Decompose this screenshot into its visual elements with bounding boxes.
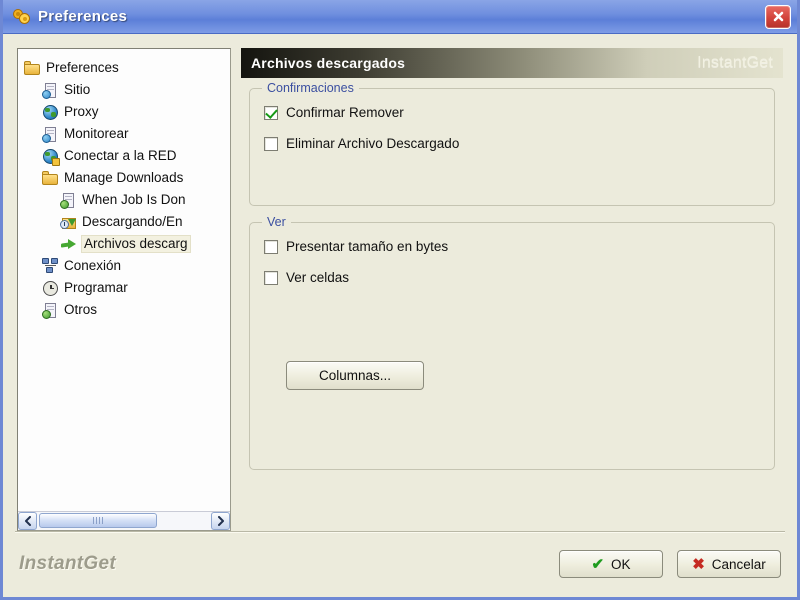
tree-item-label: Sitio (64, 82, 91, 98)
scroll-left-button[interactable] (18, 512, 37, 530)
tree-item-preferences[interactable]: Preferences (24, 57, 230, 79)
tree-item-label: Descargando/En (82, 214, 183, 230)
titlebar-left: Preferences (13, 8, 765, 25)
red-x-icon: ✖ (692, 555, 705, 573)
tree-item-label: Preferences (46, 60, 119, 76)
tree-item-conectar-a-la-red[interactable]: Conectar a la RED (24, 145, 230, 167)
page-header: Archivos descargados InstantGet (241, 48, 783, 78)
window-title: Preferences (38, 8, 128, 25)
cancel-button-label: Cancelar (711, 556, 766, 572)
tree-item-proxy[interactable]: Proxy (24, 101, 230, 123)
columnas-button[interactable]: Columnas... (286, 361, 424, 390)
preferences-tree-panel: Preferences Sitio Proxy Monitorear Conectar … (17, 48, 231, 531)
preferences-window: Preferences Preferences Sitio Proxy Monitor… (0, 0, 800, 600)
network-icon (42, 257, 59, 275)
chevron-right-icon (217, 516, 224, 526)
checkbox-presentar-tamano-en-bytes[interactable]: Presentar tamaño en bytes (264, 239, 760, 254)
tree-item-label: Proxy (64, 104, 99, 120)
clock-icon (42, 280, 59, 297)
checkbox-checked-icon[interactable] (264, 105, 278, 120)
checkbox-ver-celdas[interactable]: Ver celdas (264, 270, 760, 285)
tree-item-manage-downloads[interactable]: Manage Downloads (24, 167, 230, 189)
group-legend-confirmaciones: Confirmaciones (262, 81, 359, 95)
scrollbar-track[interactable] (37, 512, 211, 530)
group-confirmaciones: Confirmaciones Confirmar Remover Elimina… (249, 81, 775, 206)
group-ver: Ver Presentar tamaño en bytes Ver celdas… (249, 215, 775, 470)
scroll-right-button[interactable] (211, 512, 230, 530)
checkbox-label: Ver celdas (286, 270, 350, 285)
checkbox-unchecked-icon[interactable] (264, 239, 278, 254)
folder-icon (24, 60, 41, 77)
tree-item-sitio[interactable]: Sitio (24, 79, 230, 101)
folder-icon (42, 170, 59, 187)
tree-item-otros[interactable]: Otros (24, 299, 230, 321)
tree-item-monitorear[interactable]: Monitorear (24, 123, 230, 145)
checkbox-label: Eliminar Archivo Descargado (286, 136, 460, 151)
tree-item-descargando-en[interactable]: Descargando/En (24, 211, 230, 233)
header-brand: InstantGet (697, 54, 773, 71)
green-check-icon: ✔ (591, 555, 605, 573)
globe-icon (42, 104, 59, 121)
tree-item-archivos-descarg[interactable]: Archivos descarg (24, 233, 230, 255)
tree-item-label: Monitorear (64, 126, 129, 142)
tree-item-label: Archivos descarg (82, 236, 190, 252)
tree-item-when-job-is-don[interactable]: When Job Is Don (24, 189, 230, 211)
settings-panel-body: Confirmaciones Confirmar Remover Elimina… (241, 78, 783, 531)
tree-item-programar[interactable]: Programar (24, 277, 230, 299)
tree-item-label: When Job Is Don (82, 192, 186, 208)
ok-button[interactable]: ✔ OK (559, 550, 663, 578)
settings-content: Archivos descargados InstantGet Confirma… (241, 48, 783, 531)
page-title: Archivos descargados (251, 55, 406, 71)
tree-item-label: Otros (64, 302, 98, 318)
cancel-button[interactable]: ✖ Cancelar (677, 550, 781, 578)
window-body: Preferences Sitio Proxy Monitorear Conectar … (3, 34, 797, 531)
checkbox-unchecked-icon[interactable] (264, 136, 278, 151)
tree-horizontal-scrollbar[interactable] (18, 511, 230, 530)
checkbox-confirmar-remover[interactable]: Confirmar Remover (264, 105, 760, 120)
tree-item-label: Manage Downloads (64, 170, 184, 186)
green-arrow-icon (60, 236, 77, 253)
tree-item-conexi-n[interactable]: Conexión (24, 255, 230, 277)
document-leaf-icon (60, 192, 77, 209)
titlebar: Preferences (3, 0, 797, 34)
folder-download-icon (60, 214, 77, 231)
tree-item-label: Conexión (64, 258, 122, 274)
ok-button-label: OK (611, 556, 631, 572)
close-icon (773, 11, 783, 22)
tree-item-label: Conectar a la RED (64, 148, 177, 164)
globe-badge-icon (42, 148, 60, 166)
checkbox-label: Confirmar Remover (286, 105, 404, 120)
document-globe-icon (42, 126, 59, 143)
checkbox-label: Presentar tamaño en bytes (286, 239, 449, 254)
scrollbar-thumb[interactable] (39, 513, 157, 528)
footer-buttons: ✔ OK ✖ Cancelar (559, 550, 781, 578)
checkbox-unchecked-icon[interactable] (264, 270, 278, 285)
dialog-footer: InstantGet ✔ OK ✖ Cancelar (3, 531, 797, 597)
footer-brand: InstantGet (19, 553, 116, 574)
scrollbar-grip-icon (93, 517, 103, 524)
gears-icon (13, 8, 30, 25)
close-button[interactable] (765, 4, 791, 29)
chevron-left-icon (24, 516, 31, 526)
preferences-tree[interactable]: Preferences Sitio Proxy Monitorear Conectar … (18, 49, 230, 511)
tree-item-label: Programar (64, 280, 128, 296)
checkbox-eliminar-archivo-descargado[interactable]: Eliminar Archivo Descargado (264, 136, 760, 151)
document-leaf-icon (42, 302, 59, 319)
group-legend-ver: Ver (262, 215, 291, 229)
document-globe-icon (42, 82, 59, 99)
